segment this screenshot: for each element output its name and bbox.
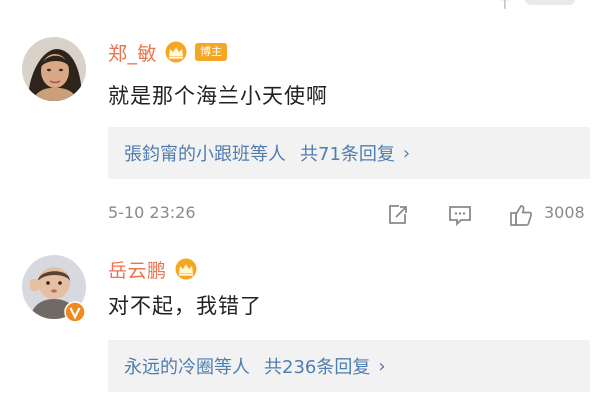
avatar-image-woman	[22, 37, 86, 101]
username[interactable]: 郑_敏	[108, 39, 157, 66]
comment-item: 岳云鹏 对不起，我错了 永远的冷圈等人 共236条回复 ›	[0, 245, 600, 400]
comment-meta: 5-10 23:26 3008	[108, 202, 590, 228]
reply-summary[interactable]: 張鈞甯的小跟班等人 共71条回复 ›	[108, 127, 590, 179]
timestamp: 5-10 23:26	[108, 203, 196, 222]
cropped-top-fragment: ┬	[500, 0, 510, 9]
avatar[interactable]	[22, 37, 86, 101]
reply-summary[interactable]: 永远的冷圈等人 共236条回复 ›	[108, 340, 590, 392]
reply-count[interactable]: 共71条回复	[300, 140, 395, 166]
top-strip-fragment: ┬	[0, 0, 600, 10]
crown-icon[interactable]	[173, 258, 199, 280]
reply-names[interactable]: 永远的冷圈等人	[124, 353, 250, 379]
host-badge: 博主	[195, 43, 228, 61]
comment-icon[interactable]	[447, 202, 473, 228]
thumbs-up-icon[interactable]	[508, 202, 534, 228]
comment-text: 对不起，我错了	[108, 294, 262, 318]
chevron-right-icon: ›	[378, 355, 386, 377]
crown-icon[interactable]	[163, 41, 189, 63]
reply-count[interactable]: 共236条回复	[264, 353, 370, 379]
reply-names[interactable]: 張鈞甯的小跟班等人	[124, 140, 286, 166]
verified-v-icon	[64, 301, 86, 323]
username[interactable]: 岳云鹏	[108, 256, 167, 283]
username-row: 岳云鹏	[108, 254, 199, 284]
comment-item: 郑_敏 博主 就是那个海兰小天使啊 張鈞甯的小跟班等人 共71条回复 › 5-1…	[0, 24, 600, 230]
share-edit-icon[interactable]	[385, 202, 411, 228]
like-count: 3008	[544, 203, 585, 222]
username-row: 郑_敏 博主	[108, 37, 228, 67]
cropped-top-badge	[525, 0, 575, 5]
chevron-right-icon: ›	[402, 142, 411, 164]
comment-text: 就是那个海兰小天使啊	[108, 84, 328, 108]
